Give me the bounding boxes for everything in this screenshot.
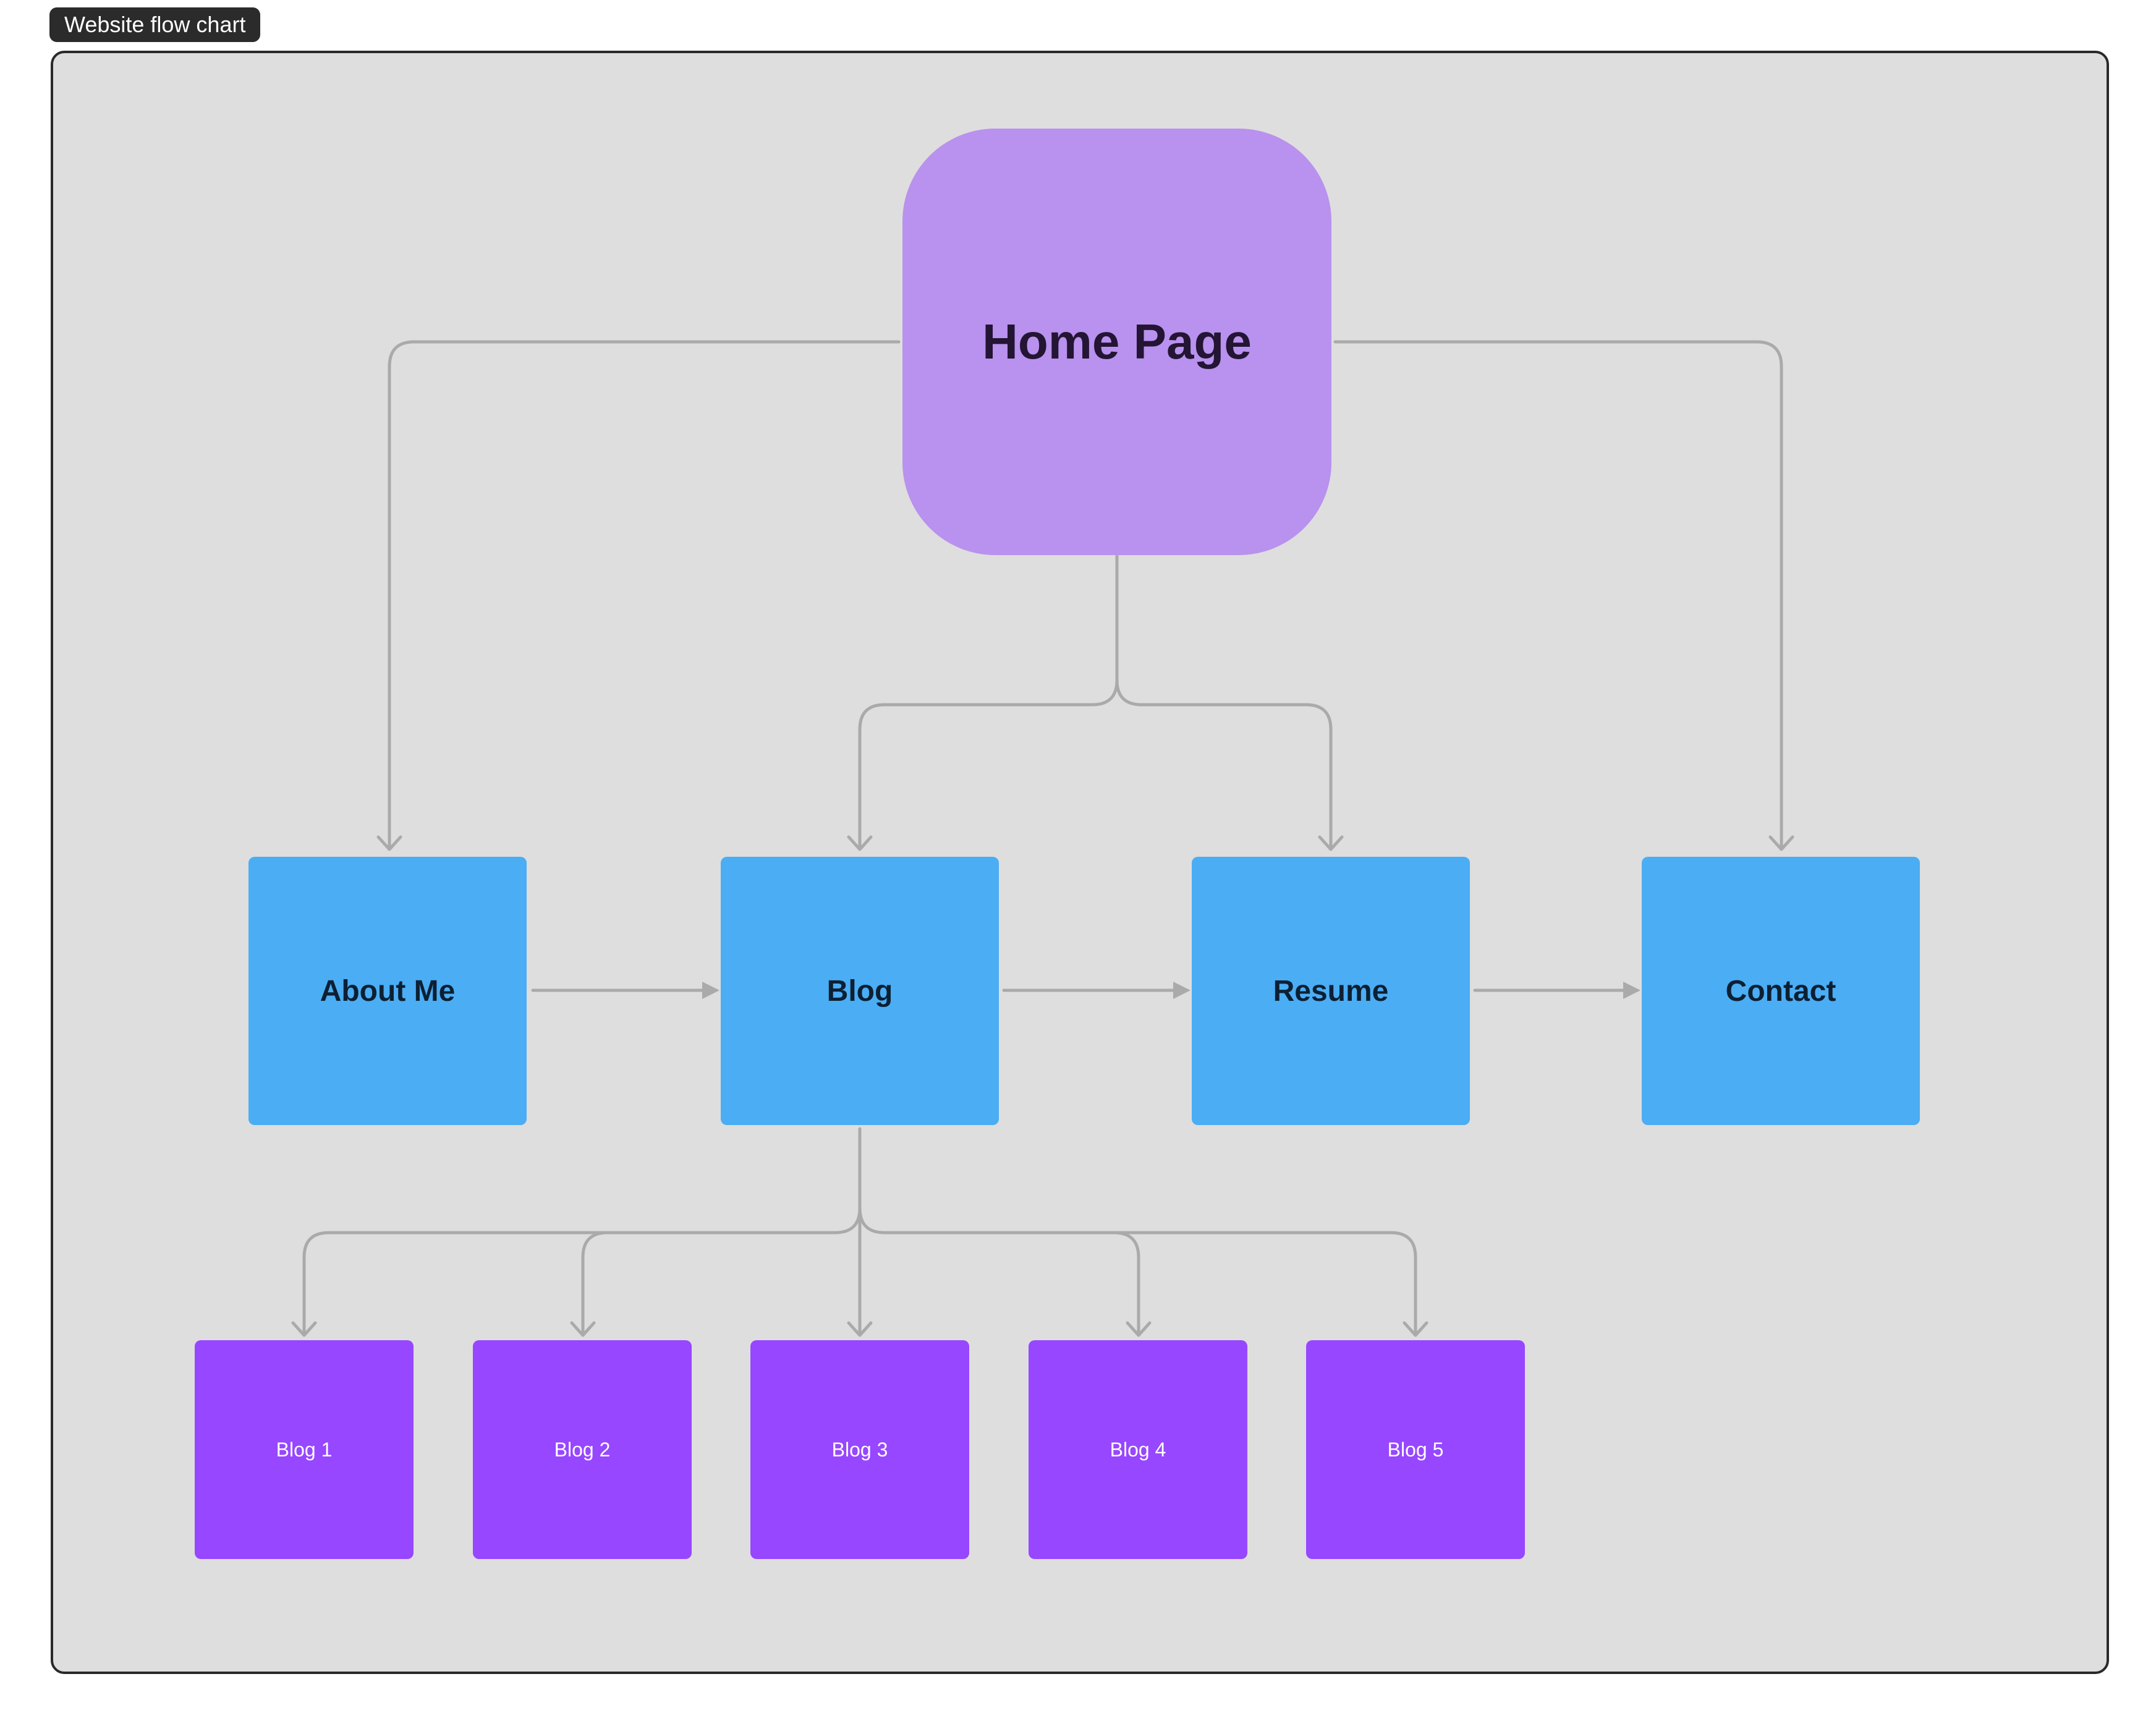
connector-home-about bbox=[388, 340, 901, 850]
connector-blog-blog4 bbox=[858, 1206, 1140, 1336]
node-blog-1-label: Blog 1 bbox=[276, 1438, 333, 1461]
node-blog[interactable]: Blog bbox=[721, 857, 999, 1125]
connector-home-contact bbox=[1333, 340, 1783, 850]
node-blog-4[interactable]: Blog 4 bbox=[1029, 1340, 1247, 1559]
node-home-page-label: Home Page bbox=[982, 314, 1252, 369]
node-resume-label: Resume bbox=[1273, 974, 1389, 1008]
node-resume[interactable]: Resume bbox=[1192, 857, 1470, 1125]
node-blog-2[interactable]: Blog 2 bbox=[473, 1340, 692, 1559]
node-contact-label: Contact bbox=[1725, 974, 1836, 1008]
node-about-me-label: About Me bbox=[320, 974, 456, 1008]
node-blog-1[interactable]: Blog 1 bbox=[195, 1340, 414, 1559]
arrowhead-resume-contact bbox=[1623, 982, 1640, 999]
node-blog-4-label: Blog 4 bbox=[1110, 1438, 1166, 1461]
node-blog-label: Blog bbox=[826, 974, 893, 1008]
node-blog-5[interactable]: Blog 5 bbox=[1306, 1340, 1525, 1559]
node-home-page[interactable]: Home Page bbox=[902, 129, 1331, 555]
node-about-me[interactable]: About Me bbox=[248, 857, 527, 1125]
node-blog-2-label: Blog 2 bbox=[554, 1438, 611, 1461]
connector-home-resume bbox=[1115, 678, 1333, 850]
arrowhead-about-blog bbox=[702, 982, 719, 999]
node-blog-3-label: Blog 3 bbox=[831, 1438, 888, 1461]
node-contact[interactable]: Contact bbox=[1642, 857, 1920, 1125]
connector-blog-blog2 bbox=[581, 1231, 609, 1336]
node-blog-5-label: Blog 5 bbox=[1387, 1438, 1444, 1461]
node-blog-3[interactable]: Blog 3 bbox=[750, 1340, 969, 1559]
connector-home-blog bbox=[858, 553, 1119, 850]
connector-blog-blog5 bbox=[1112, 1231, 1417, 1336]
arrowhead-blog-resume bbox=[1173, 982, 1190, 999]
